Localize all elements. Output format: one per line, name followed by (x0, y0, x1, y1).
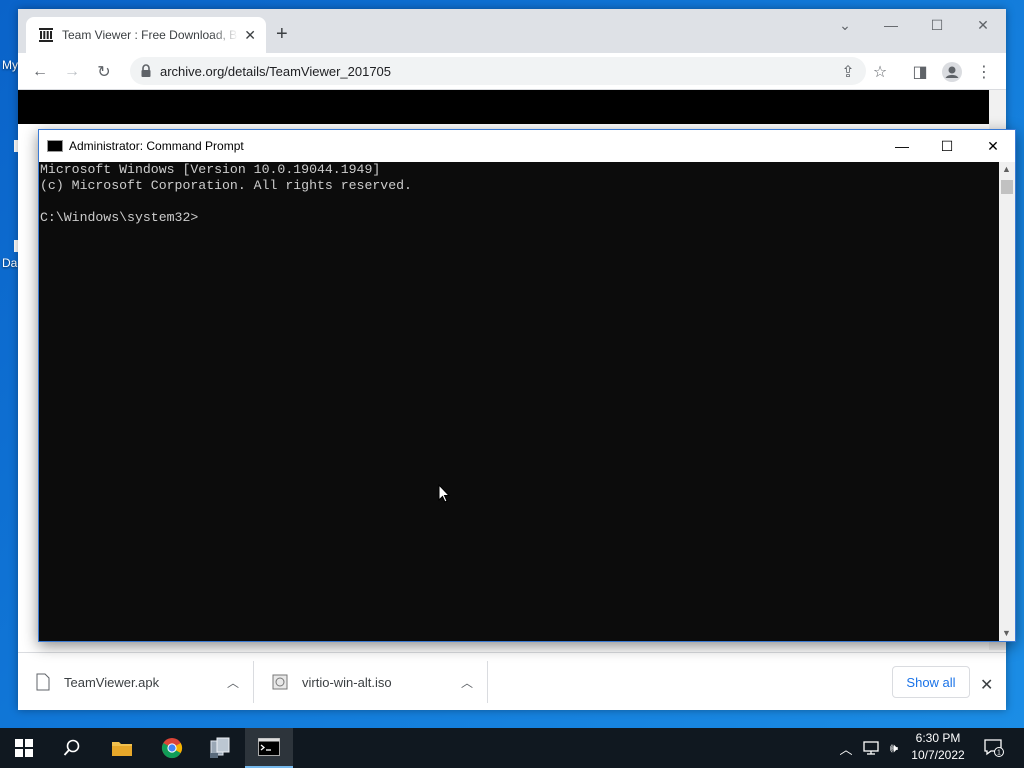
command-prompt-icon (47, 140, 63, 152)
download-file-name: virtio-win-alt.iso (302, 674, 392, 690)
file-icon (36, 673, 50, 691)
close-window-icon[interactable]: ✕ (960, 9, 1006, 41)
close-downloads-icon[interactable]: ✕ (980, 675, 993, 695)
url-text[interactable]: archive.org/details/TeamViewer_201705 (160, 64, 391, 79)
command-prompt-taskbar-button[interactable] (245, 728, 293, 768)
file-explorer-button[interactable] (98, 728, 146, 768)
close-icon[interactable]: ✕ (970, 130, 1016, 162)
chrome-button[interactable] (148, 728, 196, 768)
maximize-icon[interactable]: ☐ (924, 130, 970, 162)
volume-icon[interactable]: 🕪 (884, 728, 904, 768)
command-prompt-window: Administrator: Command Prompt — ☐ ✕ Micr… (38, 129, 1016, 642)
download-item[interactable]: virtio-win-alt.iso ︿ (254, 661, 488, 703)
tab-search-icon[interactable]: ⌄ (822, 9, 868, 41)
cmd-window-title: Administrator: Command Prompt (69, 139, 244, 153)
downloads-bar: TeamViewer.apk ︿ virtio-win-alt.iso ︿ Sh… (18, 652, 1006, 710)
minimize-icon[interactable]: — (879, 130, 925, 162)
new-tab-icon[interactable]: + (276, 24, 288, 44)
browser-toolbar: ← → ↻ archive.org/details/TeamViewer_201… (18, 53, 1006, 90)
side-panel-icon[interactable]: ◨ (907, 59, 933, 85)
system-clock[interactable]: 6:30 PM 10/7/2022 (904, 730, 972, 764)
profile-avatar-icon[interactable] (939, 59, 965, 85)
scroll-down-icon[interactable]: ▼ (1002, 628, 1011, 638)
iso-file-icon (272, 674, 288, 690)
reload-icon[interactable]: ↻ (91, 59, 117, 85)
notification-center-icon[interactable]: 1 (980, 728, 1008, 768)
cmd-scrollbar[interactable]: ▲ ▼ (999, 162, 1015, 641)
network-app-button[interactable] (196, 728, 244, 768)
chevron-up-icon[interactable]: ︿ (227, 674, 239, 691)
network-app-icon (210, 737, 230, 758)
chrome-icon (161, 738, 183, 759)
desktop-icon-label[interactable]: Da (2, 256, 17, 270)
tab-close-icon[interactable]: ✕ (244, 27, 256, 44)
scroll-up-icon[interactable]: ▲ (1002, 164, 1011, 174)
menu-kebab-icon[interactable]: ⋮ (971, 59, 997, 85)
clock-time: 6:30 PM (915, 731, 961, 745)
chevron-up-icon[interactable]: ︿ (461, 674, 473, 691)
forward-icon[interactable]: → (59, 59, 85, 85)
start-icon (15, 739, 33, 757)
bookmark-star-icon[interactable]: ☆ (867, 59, 893, 85)
start-button[interactable] (0, 728, 48, 768)
show-hidden-icons-chevron-icon[interactable]: ︿ (836, 728, 856, 768)
download-item[interactable]: TeamViewer.apk ︿ (18, 661, 254, 703)
command-prompt-icon (258, 738, 280, 756)
share-icon[interactable]: ⇪ (835, 59, 861, 85)
console-output[interactable]: Microsoft Windows [Version 10.0.19044.19… (39, 162, 999, 641)
address-bar[interactable]: archive.org/details/TeamViewer_201705 (130, 57, 866, 85)
maximize-icon[interactable]: ☐ (914, 9, 960, 41)
notification-count: 1 (997, 750, 1001, 757)
internet-archive-icon (39, 28, 53, 42)
mouse-cursor-icon (438, 484, 450, 503)
browser-tab[interactable]: Team Viewer : Free Download, Borrow, and… (26, 17, 266, 53)
show-all-button[interactable]: Show all (892, 666, 970, 698)
desktop-icon-label[interactable]: My (2, 58, 18, 72)
tab-strip: Team Viewer : Free Download, Borrow, and… (18, 9, 1006, 53)
clock-date: 10/7/2022 (911, 748, 965, 762)
taskbar: ︿ 🕪 6:30 PM 10/7/2022 1 (0, 728, 1024, 768)
search-icon (63, 739, 80, 756)
tab-title: Team Viewer : Free Download, Borrow, and… (62, 28, 238, 42)
scroll-thumb[interactable] (1001, 180, 1013, 194)
back-icon[interactable]: ← (27, 59, 53, 85)
minimize-icon[interactable]: — (868, 9, 914, 41)
network-icon[interactable] (860, 728, 882, 768)
page-header-bar (18, 90, 989, 124)
cmd-title-bar[interactable]: Administrator: Command Prompt — ☐ ✕ (39, 130, 1015, 162)
file-explorer-icon (112, 742, 132, 756)
lock-icon[interactable] (140, 64, 152, 78)
search-button[interactable] (48, 728, 96, 768)
download-file-name: TeamViewer.apk (64, 674, 160, 690)
